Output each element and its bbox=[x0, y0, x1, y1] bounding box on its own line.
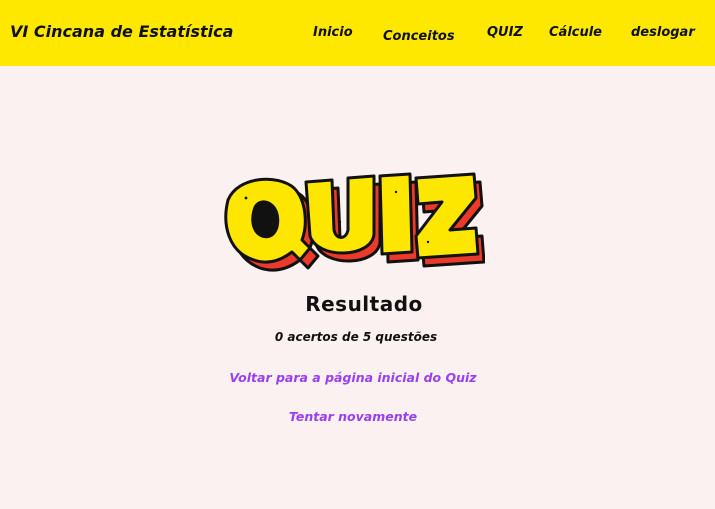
nav-link-quiz[interactable]: QUIZ bbox=[487, 25, 523, 40]
nav-link-calcule[interactable]: Cálcule bbox=[549, 25, 602, 40]
quiz-logo bbox=[224, 172, 485, 272]
nav-link-conceitos[interactable]: Conceitos bbox=[383, 29, 455, 44]
retry-quiz-link[interactable]: Tentar novamente bbox=[0, 409, 706, 424]
result-title: Resultado bbox=[305, 292, 423, 316]
back-to-quiz-home-link[interactable]: Voltar para a página inicial do Quiz bbox=[0, 370, 706, 385]
nav-link-deslogar[interactable]: deslogar bbox=[631, 25, 695, 40]
nav-link-inicio[interactable]: Inicio bbox=[313, 25, 353, 40]
navbar: VI Cincana de Estatística Inicio Conceit… bbox=[0, 0, 715, 66]
brand-title[interactable]: VI Cincana de Estatística bbox=[10, 22, 233, 41]
result-score: 0 acertos de 5 questões bbox=[274, 330, 438, 344]
